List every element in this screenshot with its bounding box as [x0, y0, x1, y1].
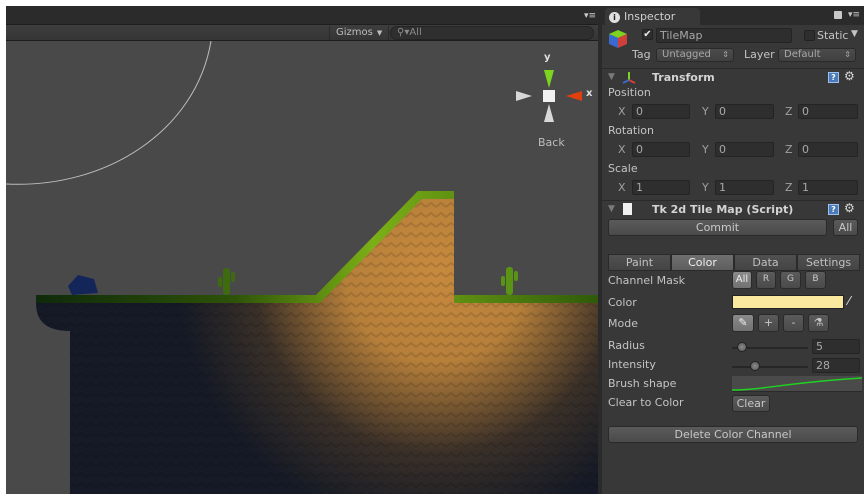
gizmos-dropdown[interactable]: Gizmos ▼ [329, 26, 390, 40]
rotation-y-field[interactable]: 0 [715, 142, 774, 157]
terrain-pattern [36, 191, 598, 494]
panel-menu-icon[interactable]: ▾≡ [848, 10, 860, 20]
foldout-icon[interactable]: ▼ [608, 72, 615, 82]
position-z-field[interactable]: 0 [798, 104, 858, 119]
grass-strip [36, 191, 598, 303]
scene-toolbar: Gizmos ▼ ⚲▾All [6, 24, 598, 41]
position-x-field[interactable]: 0 [632, 104, 690, 119]
mode-subtract-button[interactable]: - [783, 314, 804, 332]
mode-eyedropper-button[interactable]: ⚗ [808, 314, 829, 332]
help-icon[interactable]: ? [828, 72, 839, 83]
help-icon[interactable]: ? [828, 204, 839, 215]
tilemap-script-header[interactable]: ▼ Tk 2d Tile Map (Script) ? ⚙ [602, 200, 864, 218]
updown-icon: ⇕ [722, 50, 729, 59]
clear-button[interactable]: Clear [732, 395, 770, 412]
axis-arrows-icon [516, 70, 582, 122]
script-file-icon [623, 203, 632, 215]
eyedropper-icon: ⚗ [813, 316, 824, 329]
unity-editor-window: ▾≡ Gizmos ▼ ⚲▾All y x Back i Inspector ▾… [6, 6, 864, 494]
eyedropper-icon[interactable]: ⁄ [848, 294, 850, 308]
object-header: ✔ TileMap Static ▼ Tag Untagged ⇕ Layer D… [602, 26, 864, 66]
gear-icon[interactable]: ⚙ [844, 69, 855, 83]
scale-y-field[interactable]: 1 [715, 180, 774, 195]
gameobject-cube-icon [609, 30, 627, 48]
panel-menu-icon[interactable]: ▾≡ [584, 11, 596, 21]
scene-tab-bar: ▾≡ [6, 6, 598, 24]
tab-paint[interactable]: Paint [608, 254, 671, 271]
commit-all-button[interactable]: All [833, 219, 858, 236]
transform-axis-icon [622, 72, 636, 84]
channel-g-button[interactable]: G [780, 271, 801, 289]
pencil-icon: ✎ [738, 316, 748, 329]
rock-sprite [68, 275, 98, 295]
layer-dropdown[interactable]: Default ⇕ [778, 48, 856, 62]
tilemap-tabs: Paint Color Data Settings [608, 254, 860, 271]
search-icon: ⚲▾ [397, 27, 410, 38]
rotation-z-field[interactable]: 0 [798, 142, 858, 157]
channel-r-button[interactable]: R [756, 271, 776, 289]
radius-slider-handle[interactable] [737, 342, 748, 352]
position-y-field[interactable]: 0 [715, 104, 774, 119]
intensity-slider-handle[interactable] [750, 361, 761, 371]
gear-icon[interactable]: ⚙ [844, 201, 855, 215]
channel-all-button[interactable]: All [732, 271, 752, 289]
delete-color-channel-button[interactable]: Delete Color Channel [608, 426, 858, 443]
scene-canvas[interactable] [6, 41, 598, 494]
inspector-panel: i Inspector ▾≡ ✔ TileMap Static ▼ Tag Unt… [602, 6, 864, 494]
info-icon: i [609, 12, 620, 23]
static-checkbox[interactable] [804, 30, 815, 41]
selection-circle-gizmo [6, 41, 212, 185]
tab-color[interactable]: Color [671, 254, 734, 271]
orientation-gizmo[interactable]: y x Back [514, 52, 592, 152]
view-label: Back [538, 136, 565, 149]
scene-view[interactable]: ▾≡ Gizmos ▼ ⚲▾All y x Back [6, 6, 598, 494]
mode-add-button[interactable]: + [758, 314, 779, 332]
radius-field[interactable]: 5 [812, 339, 860, 354]
channel-b-button[interactable]: B [805, 271, 826, 289]
rotation-x-field[interactable]: 0 [632, 142, 690, 157]
lock-icon[interactable] [834, 11, 842, 19]
tab-data[interactable]: Data [734, 254, 797, 271]
scale-x-field[interactable]: 1 [632, 180, 690, 195]
color-swatch[interactable] [732, 295, 844, 309]
scale-z-field[interactable]: 1 [798, 180, 858, 195]
cactus-sprite [218, 268, 235, 295]
intensity-slider-track[interactable] [732, 366, 808, 368]
commit-button[interactable]: Commit [608, 219, 827, 236]
brush-shape-curve[interactable] [732, 376, 862, 392]
intensity-field[interactable]: 28 [812, 358, 860, 373]
active-checkbox[interactable]: ✔ [642, 29, 653, 40]
scene-search-input[interactable]: ⚲▾All [390, 26, 594, 40]
foldout-icon[interactable]: ▼ [608, 204, 615, 214]
tag-dropdown[interactable]: Untagged ⇕ [656, 48, 734, 62]
transform-header[interactable]: ▼ Transform ? ⚙ [602, 68, 864, 86]
mode-pencil-button[interactable]: ✎ [732, 314, 754, 332]
static-dropdown-icon[interactable]: ▼ [851, 29, 858, 39]
updown-icon: ⇕ [844, 50, 851, 59]
tab-settings[interactable]: Settings [797, 254, 860, 271]
tab-inspector[interactable]: i Inspector [605, 8, 700, 25]
inspector-tab-bar: i Inspector ▾≡ [602, 6, 864, 25]
chevron-down-icon: ▼ [376, 29, 383, 37]
cactus-sprite [501, 267, 518, 295]
object-name-input[interactable]: TileMap [656, 28, 792, 43]
